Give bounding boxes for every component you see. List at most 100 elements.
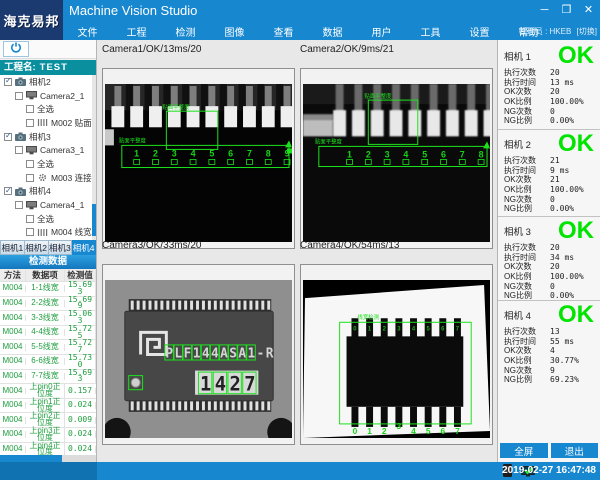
- camera2-image: 贴面平整度贴面平整度12345678: [303, 84, 490, 242]
- titlebar: Machine Vision Studio ─ ❐ ✕: [63, 0, 600, 22]
- table-cell: 0.024: [65, 446, 96, 453]
- camera-image: 贴面平整度贴面平整度123456789: [105, 84, 292, 242]
- monitor-icon: [26, 201, 37, 210]
- tree-item-7[interactable]: 全选: [0, 157, 96, 171]
- status-badge: OK: [558, 304, 594, 326]
- menu-item-8[interactable]: 工具: [406, 24, 455, 39]
- minimize-icon[interactable]: ─: [538, 3, 551, 17]
- checkbox[interactable]: [4, 187, 12, 195]
- table-cell: M004: [0, 315, 26, 322]
- menu-item-6[interactable]: 数据: [308, 24, 357, 39]
- restore-icon[interactable]: ❐: [560, 3, 573, 17]
- table-cell: M004: [0, 417, 26, 424]
- tree-item-3[interactable]: 全选: [0, 102, 96, 116]
- tree-item-12[interactable]: M004 线宽检测: [0, 226, 96, 240]
- app-title: Machine Vision Studio: [69, 3, 197, 18]
- table-cell: 2-2线宽: [26, 300, 65, 307]
- pin-number: 1: [134, 148, 139, 158]
- tab-camera-4[interactable]: 相机4: [72, 240, 96, 255]
- camera-stats-name: 相机 4: [504, 308, 531, 322]
- pin-number: 1: [347, 149, 352, 159]
- camera-icon: [15, 132, 26, 141]
- checkbox[interactable]: [15, 92, 23, 100]
- tree-item-2[interactable]: Camera2_1: [0, 89, 96, 103]
- table-cell: 0.157: [65, 388, 96, 395]
- pin-number: 5: [209, 148, 214, 158]
- exit-button[interactable]: 退出: [551, 443, 599, 458]
- checkbox[interactable]: [26, 228, 34, 236]
- tree-item-label: 相机2: [29, 76, 51, 88]
- table-cell: 1-1线宽: [26, 285, 65, 292]
- stat-value: 34 ms: [550, 253, 574, 262]
- camera3-title: Camera3/OK/33ms/20: [102, 240, 202, 251]
- checkbox[interactable]: [26, 215, 34, 223]
- stat-value: 100.00%: [550, 185, 584, 194]
- table-hscrollbar[interactable]: [0, 455, 96, 462]
- close-icon[interactable]: ✕: [582, 3, 595, 17]
- menu-item-4[interactable]: 图像: [210, 24, 259, 39]
- pin-number: 6: [441, 149, 446, 159]
- checkbox[interactable]: [4, 133, 12, 141]
- table-cell: M004: [0, 285, 26, 292]
- tree-item-label: 相机3: [29, 131, 51, 143]
- menu-item-5[interactable]: 查看: [259, 24, 308, 39]
- camera-icon: [15, 77, 26, 86]
- tab-camera-1[interactable]: 相机1: [0, 240, 25, 255]
- tree-item-6[interactable]: Camera3_1: [0, 143, 96, 157]
- monitor-icon: [26, 91, 37, 100]
- app-window: 海克易邦 Machine Vision Studio ─❐✕ 文件工程检测图像查…: [0, 0, 600, 480]
- overlay-label: 贴面平整度: [315, 137, 343, 145]
- menu-item-3[interactable]: 检测: [161, 24, 210, 39]
- camera1-image: 贴面平整度贴面平整度123456789: [105, 84, 292, 242]
- table-cell: 15.727: [65, 340, 96, 354]
- camera2-view: 贴面平整度贴面平整度12345678: [300, 68, 493, 249]
- checkbox[interactable]: [4, 78, 12, 86]
- checkbox[interactable]: [26, 174, 34, 182]
- status-bar-left: [0, 462, 97, 480]
- table-row[interactable]: M004上pin4正位度0.024: [0, 443, 96, 455]
- camera-stats-name: 相机 1: [504, 49, 531, 63]
- data-panel-title: 检测数据: [0, 255, 96, 269]
- stat-value: 13: [550, 327, 560, 336]
- tab-camera-3[interactable]: 相机3: [49, 240, 73, 255]
- pin-number: 4: [403, 149, 408, 159]
- tree-scroll-thumb[interactable]: [92, 204, 96, 236]
- stat-value: 13 ms: [550, 78, 574, 87]
- checkbox[interactable]: [26, 160, 34, 168]
- table-hscroll-thumb[interactable]: [0, 455, 62, 462]
- stat-row: NG比例0.00%: [504, 116, 594, 126]
- tree-item-5[interactable]: 相机3: [0, 130, 96, 144]
- menu-item-1[interactable]: 文件: [63, 24, 112, 39]
- stat-value: 30.77%: [550, 356, 579, 365]
- table-cell: 15.693: [65, 370, 96, 384]
- tree-item-11[interactable]: 全选: [0, 212, 96, 226]
- tree-item-label: Camera2_1: [40, 91, 84, 101]
- ruler-icon: [37, 228, 48, 237]
- tree-scrollbar[interactable]: [92, 75, 96, 240]
- table-cell: 15.699: [65, 297, 96, 311]
- power-button[interactable]: [3, 41, 29, 57]
- checkbox[interactable]: [26, 105, 34, 113]
- camera-stats-card-1: 相机 1OK执行次数20执行时间13 msOK次数20OK比例100.00%NG…: [498, 42, 600, 126]
- pin-number: 2: [382, 426, 387, 436]
- checkbox[interactable]: [15, 201, 23, 209]
- tree-item-1[interactable]: 相机2: [0, 75, 96, 89]
- stat-label: NG比例: [504, 115, 550, 126]
- stat-row: NG比例69.23%: [504, 375, 594, 385]
- table-cell: 上pin1正位度: [26, 399, 65, 413]
- menu-item-9[interactable]: 设置: [455, 24, 504, 39]
- fullscreen-button[interactable]: 全屏: [500, 443, 548, 458]
- menu-item-2[interactable]: 工程: [112, 24, 161, 39]
- tree-item-8[interactable]: M003 连接器字符: [0, 171, 96, 185]
- tree-item-label: Camera3_1: [40, 145, 84, 155]
- checkbox[interactable]: [26, 119, 34, 127]
- menu-item-7[interactable]: 用户: [357, 24, 406, 39]
- camera-image: 线宽检测0123456701234567: [303, 280, 490, 438]
- switch-user-link[interactable]: [切换]: [577, 27, 597, 36]
- tree-item-4[interactable]: M002 贴面平整度: [0, 116, 96, 130]
- tab-camera-2[interactable]: 相机2: [25, 240, 49, 255]
- tree-item-9[interactable]: 相机4: [0, 185, 96, 199]
- stat-value: 9 ms: [550, 166, 569, 175]
- checkbox[interactable]: [15, 146, 23, 154]
- tree-item-10[interactable]: Camera4_1: [0, 198, 96, 212]
